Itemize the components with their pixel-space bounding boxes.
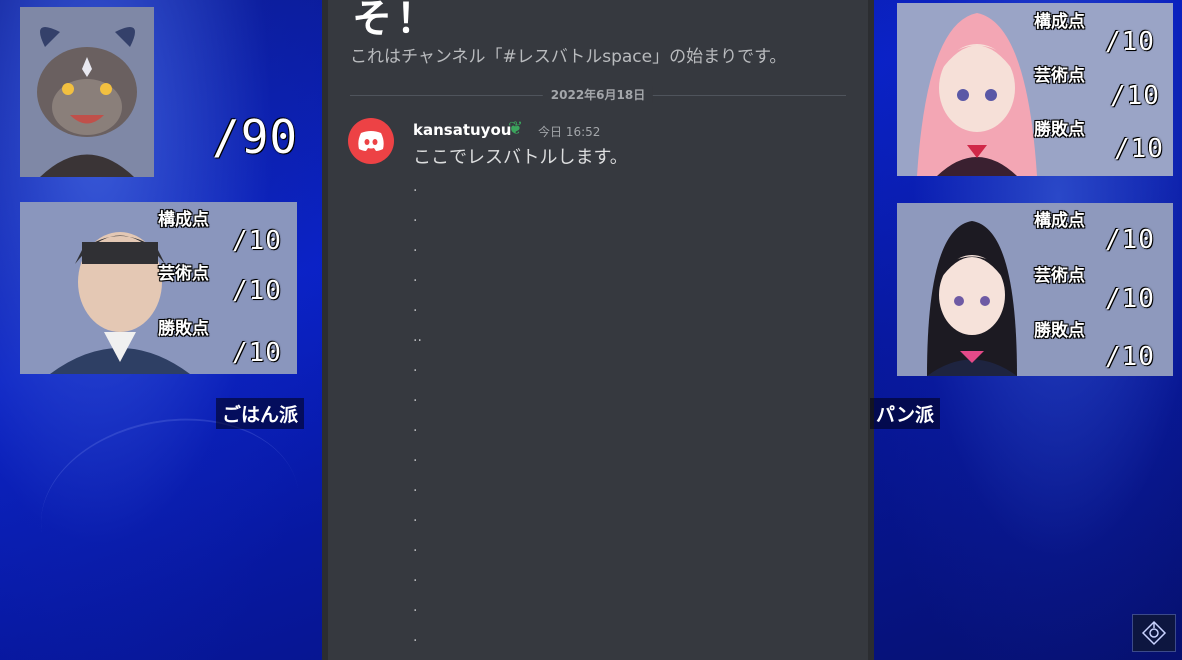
message-dot-line: .. [413,329,422,345]
left-score-3: /10 [232,338,282,368]
team-label-gohan: ごはん派 [216,398,305,429]
team-label-pan: パン派 [870,398,940,429]
left-criteria-1: 構成点 [158,210,209,230]
right-bottom-score-3: /10 [1105,342,1155,372]
channel-heading: そ！ [352,0,440,42]
message-username[interactable]: kansatuyou [413,121,511,139]
right-bottom-score-1: /10 [1105,225,1155,255]
background-streak [26,398,314,624]
right-top-score-1: /10 [1105,27,1155,57]
message-dot-line: . [413,419,418,435]
message-dot-line: . [413,539,418,555]
message-dot-line: . [413,239,418,255]
message-dot-line: . [413,569,418,585]
right-bottom-criteria-1: 構成点 [1034,211,1085,231]
judge-total-score: /90 [212,110,299,164]
right-top-criteria-2: 芸術点 [1034,66,1085,86]
message-dot-line: . [413,389,418,405]
channel-emblem-icon [1141,620,1167,646]
sprout-badge-icon: ❦ [508,118,524,139]
message-dot-line: . [413,509,418,525]
channel-intro: これはチャンネル「#レスバトルspace」の始まりです。 [350,47,787,67]
message-dot-line: . [413,599,418,615]
right-top-criteria-3: 勝敗点 [1034,120,1085,140]
left-score-1: /10 [232,226,282,256]
discord-channel-panel: そ！ これはチャンネル「#レスバトルspace」の始まりです。 2022年6月1… [322,0,874,660]
judge-portrait [20,7,154,177]
left-criteria-3: 勝敗点 [158,319,209,339]
right-bottom-criteria-2: 芸術点 [1034,266,1085,286]
corner-channel-logo [1132,614,1176,652]
left-score-2: /10 [232,276,282,306]
message-dot-line: . [413,299,418,315]
right-top-criteria-1: 構成点 [1034,12,1085,32]
message-dot-line: . [413,479,418,495]
discord-avatar-icon[interactable] [348,118,394,164]
date-divider-label: 2022年6月18日 [542,86,654,103]
discord-logo-icon [358,131,384,151]
right-bottom-score-2: /10 [1105,284,1155,314]
wolf-avatar-icon [20,7,154,177]
right-bottom-criteria-3: 勝敗点 [1034,321,1085,341]
message-dot-line: . [413,359,418,375]
message-dot-line: . [413,209,418,225]
right-top-score-2: /10 [1110,81,1160,111]
message-dot-line: . [413,179,418,195]
message-dot-line: . [413,629,418,645]
message-timestamp: 今日 16:52 [538,125,601,139]
message-dot-line: . [413,269,418,285]
message-dot-line: . [413,449,418,465]
right-top-score-3: /10 [1114,134,1164,164]
left-criteria-2: 芸術点 [158,264,209,284]
message-text: ここでレスバトルします。 [413,147,628,168]
